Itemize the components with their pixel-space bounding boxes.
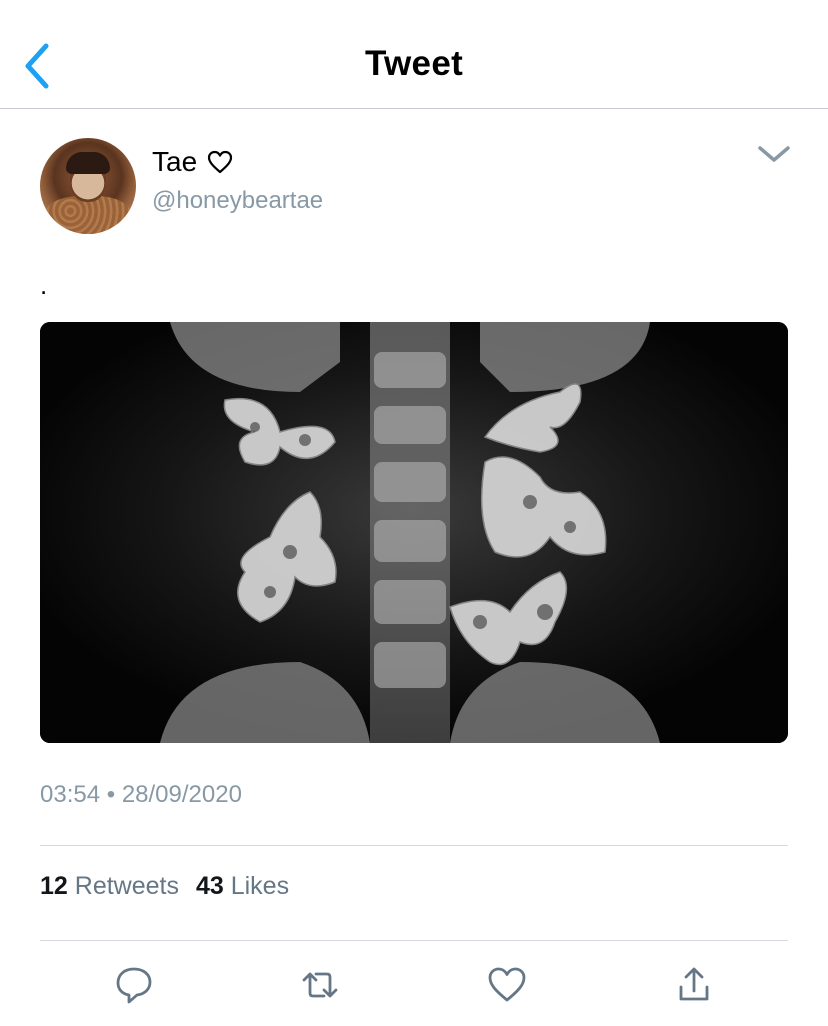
likes-count: 43 bbox=[195, 872, 224, 900]
like-icon bbox=[488, 967, 526, 1002]
heart-outline-icon bbox=[208, 150, 233, 174]
divider bbox=[40, 845, 788, 846]
more-options-button[interactable] bbox=[758, 142, 790, 166]
divider bbox=[40, 940, 788, 941]
share-button[interactable] bbox=[672, 963, 716, 1007]
xray-butterflies-image bbox=[40, 322, 788, 743]
tweet-stats: 12 Retweets 43 Likes bbox=[40, 872, 299, 901]
page-title: Tweet bbox=[364, 44, 464, 83]
retweet-button[interactable] bbox=[298, 963, 342, 1007]
retweet-icon bbox=[302, 972, 338, 998]
reply-icon bbox=[116, 967, 152, 1004]
like-button[interactable] bbox=[485, 963, 529, 1007]
likes-label: Likes bbox=[230, 872, 290, 900]
timestamp-separator: • bbox=[106, 781, 116, 808]
tweet-timestamp: 03:54 • 28/09/2020 bbox=[40, 781, 242, 809]
author-name-label: Tae bbox=[152, 146, 198, 177]
retweets-stat[interactable]: 12 Retweets bbox=[40, 872, 186, 900]
tweet-date: 28/09/2020 bbox=[121, 781, 242, 808]
author-handle[interactable]: @honeybeartae bbox=[152, 187, 323, 215]
reply-button[interactable] bbox=[112, 963, 156, 1007]
author-name[interactable]: Tae bbox=[152, 146, 233, 178]
avatar[interactable] bbox=[40, 138, 136, 234]
likes-stat[interactable]: 43 Likes bbox=[196, 872, 289, 900]
chevron-down-icon bbox=[758, 146, 790, 162]
tweet-time: 03:54 bbox=[40, 781, 101, 808]
tweet-media[interactable] bbox=[40, 322, 788, 743]
tweet-text: . bbox=[40, 270, 48, 300]
retweets-label: Retweets bbox=[74, 872, 179, 900]
share-icon bbox=[679, 967, 709, 1001]
header-bar: Tweet bbox=[0, 0, 828, 109]
retweets-count: 12 bbox=[40, 872, 68, 900]
